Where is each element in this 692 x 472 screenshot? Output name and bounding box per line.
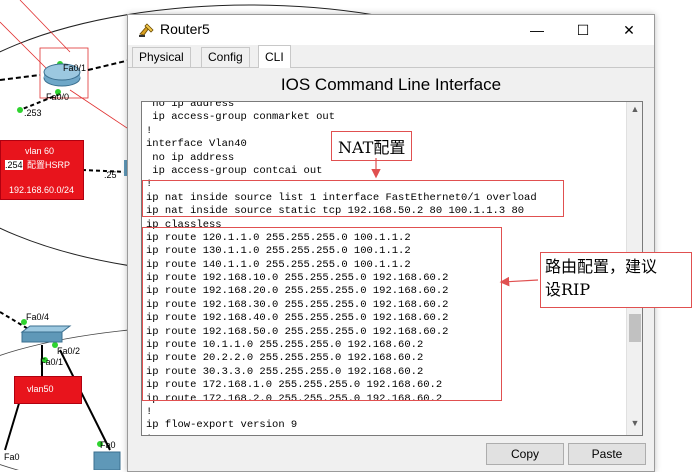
terminal-line: ip access-group contcai out xyxy=(146,164,323,177)
scroll-down-icon[interactable]: ▼ xyxy=(627,418,642,432)
vlan60-ip: .254 xyxy=(5,160,23,170)
route-annotation: 路由配置，建议 设RIP xyxy=(540,252,692,308)
vlan60-hsrp-label: 配置HSRP xyxy=(27,160,71,170)
route-annotation-line1: 路由配置，建议 xyxy=(545,257,658,276)
terminal-line: ip flow-export version 9 xyxy=(146,419,298,432)
bottom-port-left-label: Fa0 xyxy=(4,452,20,462)
terminal-line: no ip address xyxy=(146,101,235,110)
router-port-fa01-label: Fa0/1 xyxy=(63,63,87,73)
nat-highlight-box xyxy=(142,180,564,217)
vlan60-title: vlan 60 xyxy=(25,146,55,156)
pc-icon[interactable] xyxy=(93,451,121,470)
switch-port-fa02-label: Fa0/2 xyxy=(57,346,81,356)
router-app-icon xyxy=(139,23,154,37)
window-title: Router5 xyxy=(160,21,210,37)
paste-button[interactable]: Paste xyxy=(568,443,646,465)
vlan50-label: vlan50 xyxy=(27,384,54,394)
switch-port-fa01-label: Fa0/1 xyxy=(40,357,64,367)
scroll-up-icon[interactable]: ▲ xyxy=(627,104,642,118)
scroll-thumb[interactable] xyxy=(629,314,641,342)
terminal-line: ip access-group conmarket out xyxy=(146,111,336,124)
tab-bar: Physical Config CLI xyxy=(128,45,654,68)
window-titlebar[interactable]: Router5 — ☐ ✕ xyxy=(128,15,654,45)
bottom-port-right-label: Fa0 xyxy=(100,440,116,450)
vlan50-box: vlan50 xyxy=(14,376,82,404)
cli-heading: IOS Command Line Interface xyxy=(280,75,502,94)
copy-button[interactable]: Copy xyxy=(486,443,564,465)
vlan60-subnet: 192.168.60.0/24 xyxy=(9,185,75,195)
route-annotation-line2: 设RIP xyxy=(545,280,591,299)
switch-port-fa04-label: Fa0/4 xyxy=(26,312,50,322)
nat-annotation: NAT配置 xyxy=(331,131,413,161)
tab-cli[interactable]: CLI xyxy=(258,45,291,68)
terminal-line: ! xyxy=(146,433,537,435)
tab-config[interactable]: Config xyxy=(201,47,250,67)
route-highlight-box xyxy=(142,227,502,401)
ip-25-label: .25 xyxy=(104,170,117,180)
close-button[interactable]: ✕ xyxy=(606,15,652,45)
ip-253-label: .253 xyxy=(24,108,42,118)
tab-physical[interactable]: Physical xyxy=(132,47,191,67)
maximize-button[interactable]: ☐ xyxy=(560,15,606,45)
router-port-fa00-label: Fa0/0 xyxy=(46,92,70,102)
vlan60-box: vlan 60 .254 配置HSRP 192.168.60.0/24 xyxy=(0,140,84,200)
terminal-line: ! xyxy=(146,405,153,418)
minimize-button[interactable]: — xyxy=(514,15,560,45)
